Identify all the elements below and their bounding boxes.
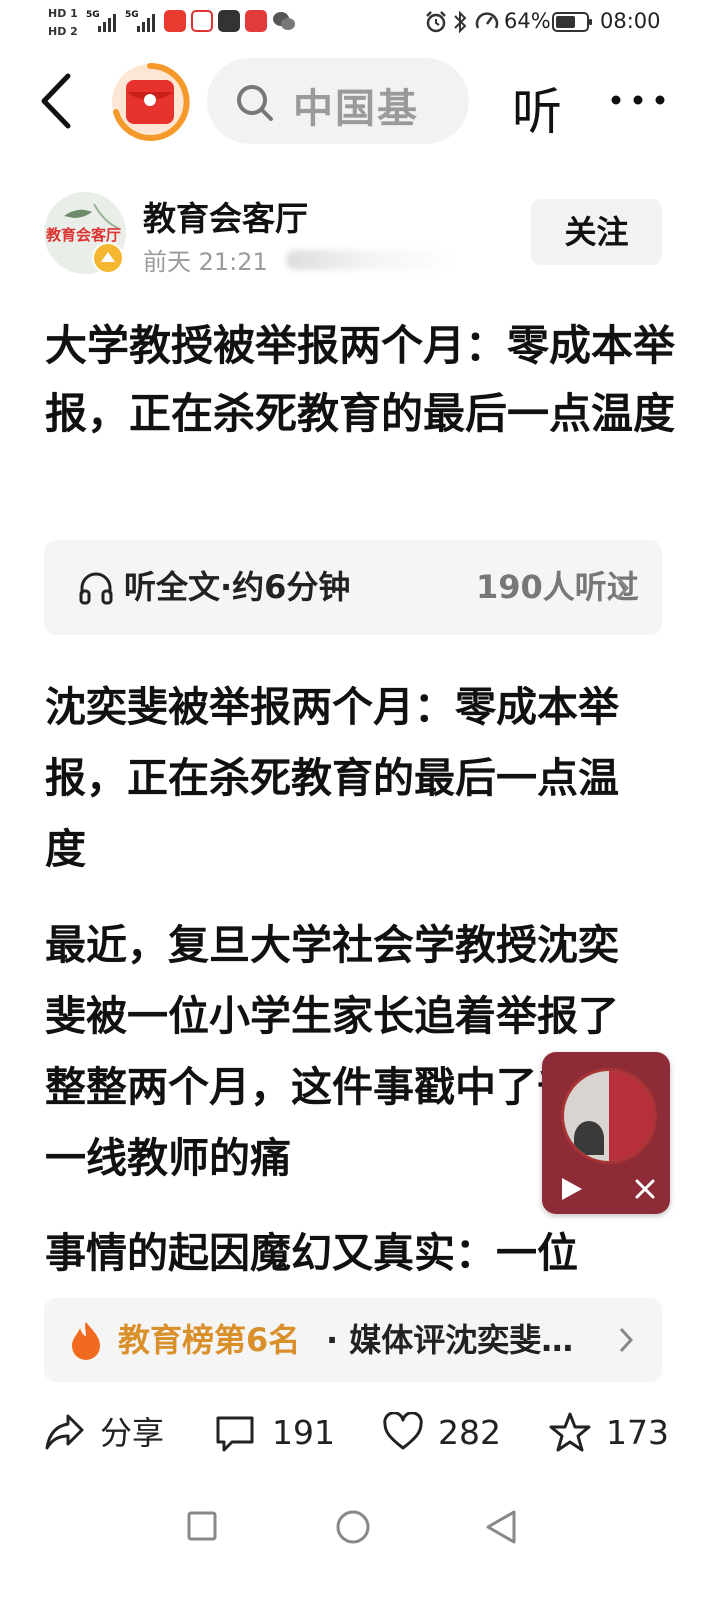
- back-nav-button[interactable]: [484, 1508, 518, 1546]
- play-icon[interactable]: [558, 1176, 584, 1202]
- close-icon[interactable]: [634, 1178, 656, 1200]
- toutiao-app-icon: [164, 10, 186, 32]
- favorite-count: 173: [606, 1413, 669, 1452]
- listen-button[interactable]: 听: [512, 72, 562, 144]
- bluetooth-icon: [454, 10, 467, 34]
- battery-percent: 64%: [504, 9, 551, 33]
- more-options-icon[interactable]: [610, 92, 666, 108]
- comment-icon: [216, 1416, 254, 1452]
- signal-meter-icon: [475, 12, 499, 29]
- sim1-label: HD 1: [48, 7, 78, 20]
- floating-video-player[interactable]: [542, 1052, 670, 1214]
- follow-button[interactable]: 关注: [531, 199, 662, 265]
- battery-icon: [552, 12, 592, 32]
- netease-app-icon: [245, 10, 267, 32]
- share-icon: [45, 1414, 84, 1450]
- comment-count: 191: [272, 1413, 335, 1452]
- video-thumbnail[interactable]: [561, 1068, 657, 1164]
- listen-full-text-card[interactable]: 听全文·约6分钟 190人听过: [44, 540, 662, 635]
- like-button[interactable]: 282: [382, 1408, 512, 1458]
- message-app-icon: [218, 10, 240, 32]
- alarm-icon: [426, 11, 446, 33]
- author-name[interactable]: 教育会客厅: [143, 192, 308, 240]
- search-query-text: 中国基: [293, 86, 419, 132]
- paragraph: 沈奕斐被举报两个月：零成本举报，正在杀死教育的最后一点温度: [45, 683, 619, 873]
- sim2-label: HD 2: [48, 25, 78, 38]
- recents-button[interactable]: [186, 1508, 218, 1544]
- red-packet-button[interactable]: [110, 62, 190, 142]
- signal2-icon: [137, 14, 155, 32]
- back-arrow-icon[interactable]: [36, 72, 76, 130]
- red-packet-icon: [112, 62, 190, 141]
- status-bar: HD 1 HD 2 5G 5G 64% 08:00: [0, 0, 720, 46]
- favorite-button[interactable]: 173: [548, 1408, 678, 1458]
- listen-duration-label: 听全文·约6分钟: [124, 568, 351, 606]
- search-icon: [237, 85, 273, 121]
- clock: 08:00: [600, 9, 661, 33]
- bilibili-app-icon: [191, 10, 213, 32]
- search-bar[interactable]: 中国基: [207, 58, 469, 144]
- rank-topic: · 媒体评沈奕斐…: [326, 1321, 574, 1359]
- ranking-bar[interactable]: 教育榜第6名 · 媒体评沈奕斐…: [44, 1298, 662, 1382]
- share-label: 分享: [100, 1414, 165, 1452]
- signal1-icon: [98, 14, 116, 32]
- publish-time: 前天 21:21: [143, 248, 268, 276]
- wechat-app-icon: [273, 12, 295, 30]
- fire-icon: [72, 1322, 100, 1360]
- verified-badge-icon: [92, 242, 124, 274]
- chevron-right-icon: [619, 1327, 634, 1353]
- home-button[interactable]: [334, 1508, 372, 1546]
- article-title: 大学教授被举报两个月：零成本举报，正在杀死教育的最后一点温度: [45, 321, 676, 438]
- rank-label: 教育榜第6名: [118, 1321, 301, 1359]
- like-count: 282: [438, 1413, 501, 1452]
- headphones-icon: [79, 572, 113, 605]
- chevron-right-icon: [615, 575, 630, 601]
- blurred-meta: [286, 250, 456, 270]
- share-button[interactable]: 分享: [44, 1408, 174, 1458]
- comment-button[interactable]: 191: [214, 1408, 344, 1458]
- star-icon: [549, 1412, 591, 1452]
- heart-icon: [383, 1412, 423, 1450]
- paragraph: 事情的起因魔幻又真实：一位: [45, 1229, 578, 1277]
